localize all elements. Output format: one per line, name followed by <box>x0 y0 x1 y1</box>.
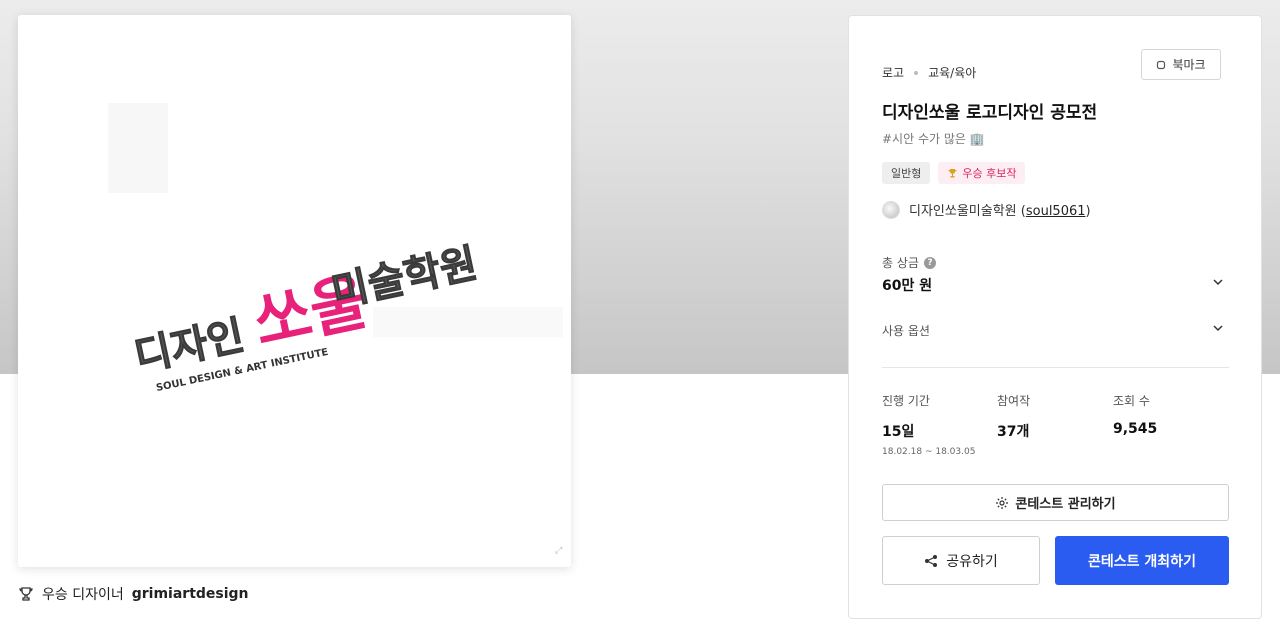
host-contest-button[interactable]: 콘테스트 개최하기 <box>1055 536 1229 585</box>
prize-label: 총 상금 ? <box>882 254 936 271</box>
bookmark-label: 북마크 <box>1172 58 1206 72</box>
trophy-icon <box>948 168 957 177</box>
share-icon <box>925 554 938 567</box>
stat-duration-range: 18.02.18 ~ 18.03.05 <box>882 447 976 457</box>
stat-duration-label: 진행 기간 <box>882 394 930 408</box>
chevron-down-icon[interactable] <box>1211 321 1225 335</box>
share-button[interactable]: 공유하기 <box>882 536 1040 585</box>
logo-text-right: 미술학원 <box>328 240 482 316</box>
stat-views: 조회 수 9,545 <box>1113 392 1157 437</box>
faint-background-strip <box>373 307 563 337</box>
contest-badges: 일반형 우승 후보작 <box>882 162 1026 184</box>
avatar <box>882 200 900 219</box>
prize-label-text: 총 상금 <box>882 256 919 270</box>
contest-host: 디자인쏘울미술학원 (soul5061) <box>882 200 1091 219</box>
winner-designer-line: 우승 디자이너 grimiartdesign <box>18 584 249 604</box>
breadcrumb-category[interactable]: 로고 <box>882 64 904 81</box>
help-icon[interactable]: ? <box>923 256 936 269</box>
winner-designer-name[interactable]: grimiartdesign <box>132 586 249 602</box>
badge-contest-type: 일반형 <box>882 162 931 184</box>
share-label: 공유하기 <box>946 553 998 570</box>
zoom-icon[interactable]: ⤢ <box>554 546 562 556</box>
stat-views-label: 조회 수 <box>1113 394 1150 408</box>
stat-duration: 진행 기간 15일 18.02.18 ~ 18.03.05 <box>882 392 975 457</box>
stat-entries-value: 37개 <box>997 424 1030 440</box>
badge-contest-type-label: 일반형 <box>891 167 922 180</box>
faint-background-block <box>108 103 168 193</box>
winning-design-image[interactable]: 디자인 쏘울 미술학원 SOUL DESIGN & ART INSTITUTE … <box>18 15 571 567</box>
prize-value: 60만 원 <box>882 278 933 294</box>
stat-views-value: 9,545 <box>1113 421 1158 437</box>
host-handle-link[interactable]: soul5061 <box>1026 204 1086 219</box>
breadcrumb-subcategory[interactable]: 교육/육아 <box>928 64 976 81</box>
bookmark-icon <box>1157 60 1166 69</box>
stat-entries: 참여작 37개 <box>997 392 1030 441</box>
breadcrumb: 로고 교육/육아 <box>882 64 976 81</box>
host-contest-label: 콘테스트 개최하기 <box>1088 553 1196 570</box>
logo-artwork: 디자인 쏘울 미술학원 SOUL DESIGN & ART INSTITUTE … <box>108 103 563 556</box>
options-label: 사용 옵션 <box>882 324 930 338</box>
winner-prefix: 우승 디자이너 <box>42 587 124 603</box>
manage-contest-label: 콘테스트 관리하기 <box>1015 497 1116 512</box>
chevron-down-icon[interactable] <box>1211 275 1225 289</box>
host-handle-close: ) <box>1085 204 1091 219</box>
contest-tagline: #시안 수가 많은 🏢 <box>882 132 985 146</box>
stat-duration-value: 15일 <box>882 424 915 440</box>
bookmark-button[interactable]: 북마크 <box>1141 49 1221 80</box>
contest-title: 디자인쏘울 로고디자인 공모전 <box>882 103 1098 123</box>
contest-info-panel: 로고 교육/육아 북마크 디자인쏘울 로고디자인 공모전 #시안 수가 많은 🏢… <box>848 15 1262 619</box>
manage-contest-button[interactable]: 콘테스트 관리하기 <box>882 484 1229 521</box>
breadcrumb-separator-dot <box>914 70 919 75</box>
badge-winner-candidate: 우승 후보작 <box>938 162 1026 184</box>
divider <box>882 367 1229 368</box>
gear-icon <box>996 496 1009 509</box>
stat-entries-label: 참여작 <box>997 394 1031 408</box>
trophy-icon <box>19 587 33 601</box>
badge-winner-candidate-label: 우승 후보작 <box>962 167 1017 180</box>
host-name: 디자인쏘울미술학원 ( <box>909 204 1026 219</box>
